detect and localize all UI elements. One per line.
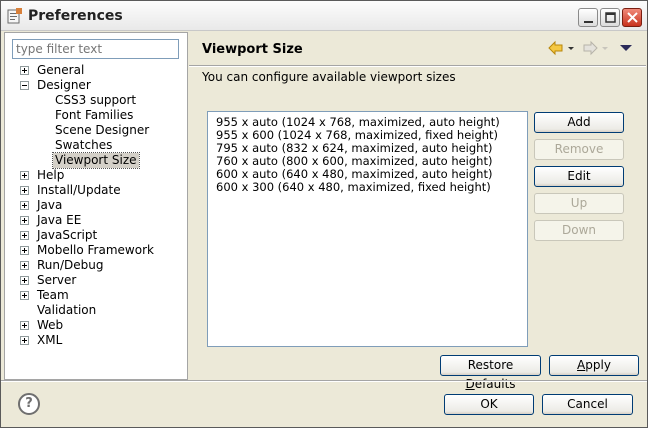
expand-icon[interactable]: [20, 246, 29, 255]
filter-input[interactable]: [12, 39, 179, 59]
tree-item-label: Team: [37, 288, 69, 302]
tree-item-label: Validation: [37, 303, 97, 317]
collapse-icon[interactable]: [20, 81, 29, 90]
apply-label-post: pply: [585, 358, 611, 372]
close-button[interactable]: [622, 8, 642, 27]
tree-item-label: XML: [37, 333, 63, 347]
preference-tree-pane: GeneralDesignerCSS3 supportFont Families…: [4, 32, 188, 380]
list-item[interactable]: 600 x 300 (640 x 480, maximized, fixed h…: [216, 181, 491, 194]
page-description: You can configure available viewport siz…: [202, 70, 456, 84]
tree-item-label: Java EE: [37, 213, 82, 227]
tree-item[interactable]: Java EE: [5, 213, 187, 228]
tree-item-label: Swatches: [55, 138, 113, 152]
title-separator: [189, 65, 646, 67]
minimize-button[interactable]: [578, 8, 598, 27]
tree-item-label: JavaScript: [37, 228, 98, 242]
tree-item[interactable]: Viewport Size: [5, 152, 187, 169]
expand-icon[interactable]: [20, 276, 29, 285]
preference-page: Viewport Size You can configure availabl…: [189, 32, 646, 391]
tree-item-label: General: [37, 63, 85, 77]
page-navigation: [547, 40, 637, 56]
preferences-window: Preferences GeneralDesignerCSS3 supportF…: [0, 0, 648, 428]
tree-item-label: Server: [37, 273, 77, 287]
cancel-button[interactable]: Cancel: [542, 394, 633, 415]
tree-item[interactable]: Team: [5, 288, 187, 303]
help-icon[interactable]: ?: [18, 393, 40, 415]
tree-item[interactable]: Swatches: [5, 138, 187, 153]
tree-item[interactable]: Web: [5, 318, 187, 333]
title-bar: Preferences: [1, 1, 647, 31]
expand-icon[interactable]: [20, 336, 29, 345]
close-icon: [627, 12, 638, 23]
viewport-list[interactable]: 955 x auto (1024 x 768, maximized, auto …: [207, 111, 528, 347]
tree-item-label: Designer: [37, 78, 91, 92]
eclipse-preferences-icon: [7, 8, 22, 24]
remove-button[interactable]: Remove: [534, 139, 624, 160]
ok-button[interactable]: OK: [444, 394, 534, 415]
maximize-button[interactable]: [600, 8, 620, 27]
tree-item[interactable]: Server: [5, 273, 187, 288]
restore-defaults-label-pre: Restore: [467, 358, 514, 372]
tree-item-label: Run/Debug: [37, 258, 104, 272]
back-arrow-icon[interactable]: [548, 40, 563, 56]
up-button[interactable]: Up: [534, 193, 624, 214]
expand-icon[interactable]: [20, 171, 29, 180]
tree-item[interactable]: Validation: [5, 303, 187, 318]
expand-icon[interactable]: [20, 321, 29, 330]
expand-icon[interactable]: [20, 186, 29, 195]
tree-item[interactable]: Mobello Framework: [5, 243, 187, 258]
tree-item-label: Help: [37, 168, 65, 182]
tree-item[interactable]: Run/Debug: [5, 258, 187, 273]
tree-item[interactable]: Designer: [5, 78, 187, 93]
expand-icon[interactable]: [20, 66, 29, 75]
tree-item[interactable]: CSS3 support: [5, 93, 187, 108]
restore-defaults-button[interactable]: Restore Defaults: [440, 355, 541, 391]
expand-icon[interactable]: [20, 216, 29, 225]
tree-item[interactable]: Scene Designer: [5, 123, 187, 138]
minimize-icon: [584, 21, 593, 23]
tree-item[interactable]: Install/Update: [5, 183, 187, 198]
tree-item-label: Font Families: [55, 108, 134, 122]
tree-item-label: Mobello Framework: [37, 243, 154, 257]
tree-item[interactable]: Font Families: [5, 108, 187, 123]
tree-item-label: Web: [37, 318, 64, 332]
tree-item[interactable]: General: [5, 63, 187, 78]
expand-icon[interactable]: [20, 201, 29, 210]
tree-item-label: CSS3 support: [55, 93, 137, 107]
tree-item-label: Scene Designer: [55, 123, 150, 137]
expand-icon[interactable]: [20, 261, 29, 270]
apply-button[interactable]: Apply: [549, 355, 639, 376]
forward-arrow-icon[interactable]: [583, 40, 598, 56]
view-menu-icon[interactable]: [620, 45, 632, 51]
down-button[interactable]: Down: [534, 220, 624, 241]
tree-item-label: Java: [37, 198, 63, 212]
expand-icon[interactable]: [20, 291, 29, 300]
window-title: Preferences: [28, 8, 123, 24]
tree-item[interactable]: Help: [5, 168, 187, 183]
forward-history-dropdown-icon[interactable]: [602, 47, 608, 50]
maximize-icon: [605, 12, 616, 23]
tree-item-label: Viewport Size: [52, 152, 140, 169]
tree-item[interactable]: XML: [5, 333, 187, 348]
edit-button[interactable]: Edit: [534, 166, 624, 187]
footer-separator: [1, 380, 647, 382]
tree-item-label: Install/Update: [37, 183, 121, 197]
add-button[interactable]: Add: [534, 112, 624, 133]
page-title: Viewport Size: [202, 42, 303, 57]
tree-item[interactable]: Java: [5, 198, 187, 213]
tree-item[interactable]: JavaScript: [5, 228, 187, 243]
expand-icon[interactable]: [20, 231, 29, 240]
back-history-dropdown-icon[interactable]: [568, 47, 574, 50]
